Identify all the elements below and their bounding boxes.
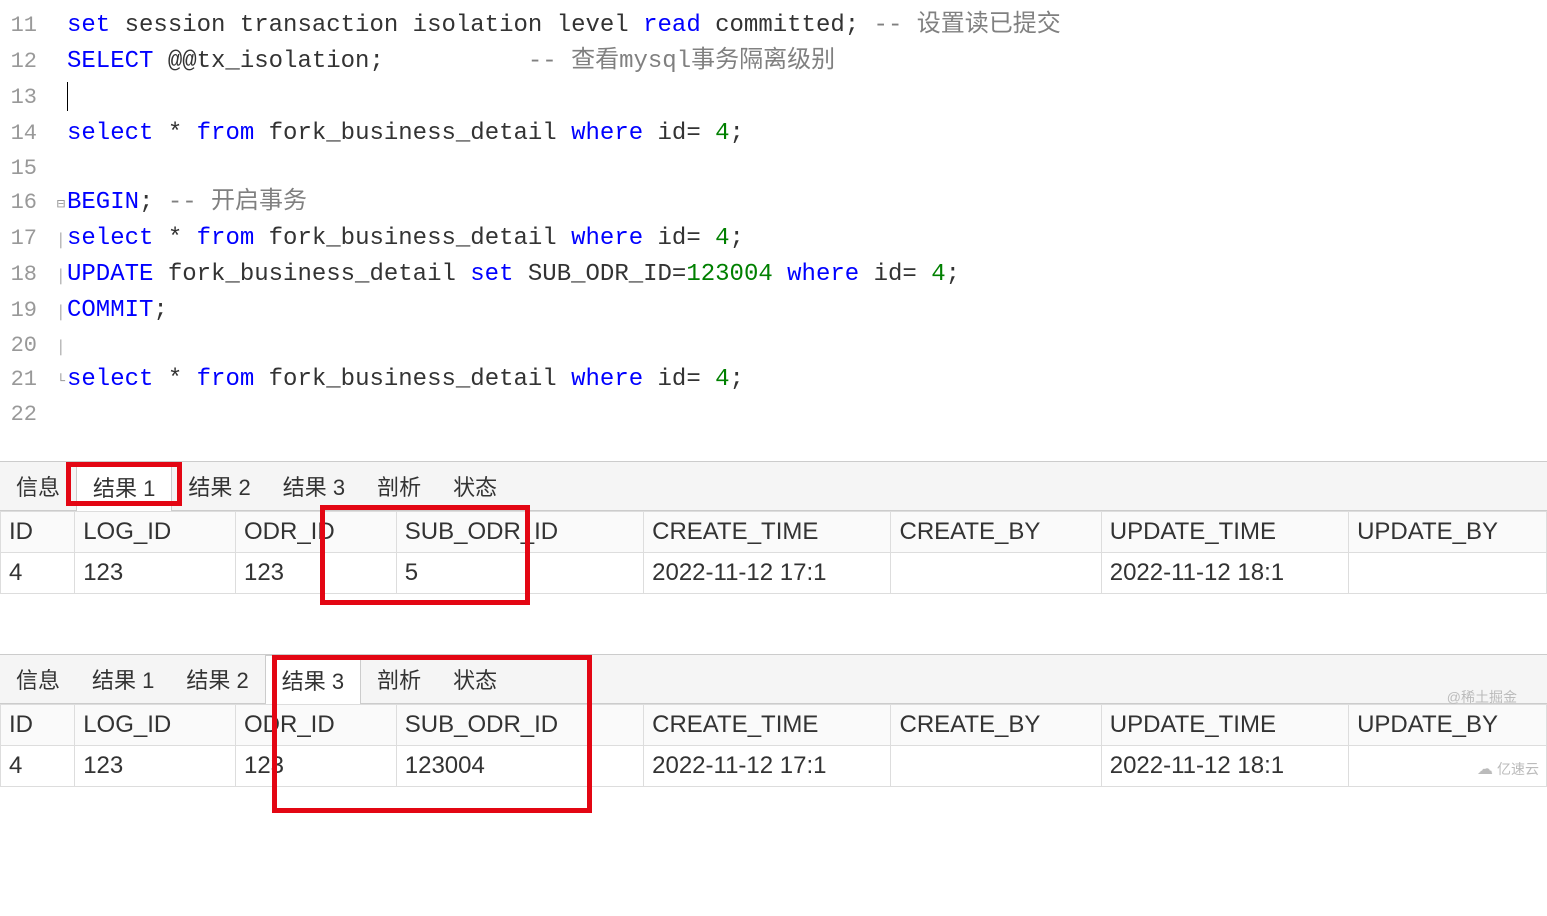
code-line[interactable]: 18│UPDATE fork_business_detail set SUB_O…	[0, 257, 1547, 293]
column-header-UPDATE_TIME[interactable]: UPDATE_TIME	[1101, 512, 1348, 553]
cell-ODR_ID[interactable]: 123	[235, 553, 396, 594]
code-content[interactable]: COMMIT;	[67, 293, 1547, 329]
column-header-SUB_ODR_ID[interactable]: SUB_ODR_ID	[396, 512, 643, 553]
column-header-ODR_ID[interactable]: ODR_ID	[235, 512, 396, 553]
column-header-UPDATE_BY[interactable]: UPDATE_BY	[1349, 705, 1547, 746]
code-line[interactable]: 15	[0, 152, 1547, 185]
cell-CREATE_BY[interactable]	[891, 746, 1101, 787]
code-content[interactable]: SELECT @@tx_isolation; -- 查看mysql事务隔离级别	[67, 44, 1547, 80]
cell-UPDATE_TIME[interactable]: 2022-11-12 18:1	[1101, 553, 1348, 594]
code-line[interactable]: 22	[0, 398, 1547, 431]
watermark-juejin: @稀土掘金	[1447, 687, 1517, 707]
code-content[interactable]: BEGIN; -- 开启事务	[67, 185, 1547, 221]
code-line[interactable]: 11 set session transaction isolation lev…	[0, 8, 1547, 44]
fold-marker: │	[55, 338, 67, 359]
code-content[interactable]: UPDATE fork_business_detail set SUB_ODR_…	[67, 257, 1547, 293]
fold-marker[interactable]: ⊟	[55, 195, 67, 216]
result-table-1: IDLOG_IDODR_IDSUB_ODR_IDCREATE_TIMECREAT…	[0, 511, 1547, 594]
column-header-SUB_ODR_ID[interactable]: SUB_ODR_ID	[396, 705, 643, 746]
result-tabs-2: 信息结果 1结果 2结果 3剖析状态	[0, 655, 1547, 704]
line-number: 11	[0, 9, 55, 42]
column-header-CREATE_TIME[interactable]: CREATE_TIME	[644, 705, 891, 746]
watermark-yisu: ☁ 亿速云	[1477, 759, 1539, 779]
tab-结果 1[interactable]: 结果 1	[76, 655, 170, 703]
column-header-ID[interactable]: ID	[1, 512, 75, 553]
line-number: 20	[0, 329, 55, 362]
line-number: 17	[0, 222, 55, 255]
line-number: 15	[0, 152, 55, 185]
tab-结果 2[interactable]: 结果 2	[172, 462, 266, 510]
result-tabs-1: 信息结果 1结果 2结果 3剖析状态	[0, 462, 1547, 511]
code-line[interactable]: 14 select * from fork_business_detail wh…	[0, 116, 1547, 152]
code-content[interactable]: select * from fork_business_detail where…	[67, 362, 1547, 398]
fold-marker: │	[55, 267, 67, 288]
code-line[interactable]: 20│	[0, 329, 1547, 362]
code-line[interactable]: 12 SELECT @@tx_isolation; -- 查看mysql事务隔离…	[0, 44, 1547, 80]
code-line[interactable]: 19│COMMIT;	[0, 293, 1547, 329]
cell-ID[interactable]: 4	[1, 746, 75, 787]
line-number: 13	[0, 81, 55, 114]
code-line[interactable]: 16⊟BEGIN; -- 开启事务	[0, 185, 1547, 221]
tab-结果 1[interactable]: 结果 1	[76, 462, 172, 511]
tab-状态[interactable]: 状态	[437, 655, 513, 703]
column-header-CREATE_BY[interactable]: CREATE_BY	[891, 512, 1101, 553]
column-header-UPDATE_BY[interactable]: UPDATE_BY	[1349, 512, 1547, 553]
column-header-LOG_ID[interactable]: LOG_ID	[75, 705, 236, 746]
line-number: 12	[0, 45, 55, 78]
code-line[interactable]: 21└select * from fork_business_detail wh…	[0, 362, 1547, 398]
line-number: 16	[0, 186, 55, 219]
tab-信息[interactable]: 信息	[0, 462, 76, 510]
cell-ID[interactable]: 4	[1, 553, 75, 594]
cell-LOG_ID[interactable]: 123	[75, 553, 236, 594]
tab-状态[interactable]: 状态	[437, 462, 513, 510]
fold-marker: │	[55, 231, 67, 252]
fold-marker: │	[55, 303, 67, 324]
column-header-ID[interactable]: ID	[1, 705, 75, 746]
tab-剖析[interactable]: 剖析	[361, 462, 437, 510]
code-content[interactable]: set session transaction isolation level …	[67, 8, 1547, 44]
column-header-UPDATE_TIME[interactable]: UPDATE_TIME	[1101, 705, 1348, 746]
cell-CREATE_TIME[interactable]: 2022-11-12 17:1	[644, 553, 891, 594]
watermark-yisu-text: 亿速云	[1497, 759, 1539, 779]
cell-CREATE_TIME[interactable]: 2022-11-12 17:1	[644, 746, 891, 787]
table-row[interactable]: 41231231230042022-11-12 17:12022-11-12 1…	[1, 746, 1547, 787]
line-number: 14	[0, 117, 55, 150]
tab-剖析[interactable]: 剖析	[361, 655, 437, 703]
tab-结果 2[interactable]: 结果 2	[170, 655, 264, 703]
line-number: 21	[0, 363, 55, 396]
code-line[interactable]: 13	[0, 80, 1547, 116]
code-content[interactable]: select * from fork_business_detail where…	[67, 221, 1547, 257]
cell-UPDATE_BY[interactable]	[1349, 553, 1547, 594]
code-content[interactable]: select * from fork_business_detail where…	[67, 116, 1547, 152]
line-number: 22	[0, 398, 55, 431]
cell-ODR_ID[interactable]: 123	[235, 746, 396, 787]
cloud-icon: ☁	[1477, 759, 1493, 779]
cell-SUB_ODR_ID[interactable]: 5	[396, 553, 643, 594]
line-number: 19	[0, 294, 55, 327]
code-line[interactable]: 17│select * from fork_business_detail wh…	[0, 221, 1547, 257]
cell-SUB_ODR_ID[interactable]: 123004	[396, 746, 643, 787]
column-header-LOG_ID[interactable]: LOG_ID	[75, 512, 236, 553]
fold-marker: └	[55, 372, 67, 393]
column-header-ODR_ID[interactable]: ODR_ID	[235, 705, 396, 746]
column-header-CREATE_TIME[interactable]: CREATE_TIME	[644, 512, 891, 553]
code-content[interactable]	[67, 80, 1547, 116]
result-panel-1: 信息结果 1结果 2结果 3剖析状态 IDLOG_IDODR_IDSUB_ODR…	[0, 461, 1547, 594]
tab-结果 3[interactable]: 结果 3	[265, 655, 361, 704]
cell-UPDATE_TIME[interactable]: 2022-11-12 18:1	[1101, 746, 1348, 787]
line-number: 18	[0, 258, 55, 291]
tab-结果 3[interactable]: 结果 3	[267, 462, 361, 510]
table-row[interactable]: 412312352022-11-12 17:12022-11-12 18:1	[1, 553, 1547, 594]
cell-LOG_ID[interactable]: 123	[75, 746, 236, 787]
text-cursor	[67, 82, 68, 111]
column-header-CREATE_BY[interactable]: CREATE_BY	[891, 705, 1101, 746]
result-table-2: IDLOG_IDODR_IDSUB_ODR_IDCREATE_TIMECREAT…	[0, 704, 1547, 787]
cell-CREATE_BY[interactable]	[891, 553, 1101, 594]
tab-信息[interactable]: 信息	[0, 655, 76, 703]
sql-editor[interactable]: 11 set session transaction isolation lev…	[0, 0, 1547, 439]
result-panel-2: 信息结果 1结果 2结果 3剖析状态 IDLOG_IDODR_IDSUB_ODR…	[0, 654, 1547, 787]
